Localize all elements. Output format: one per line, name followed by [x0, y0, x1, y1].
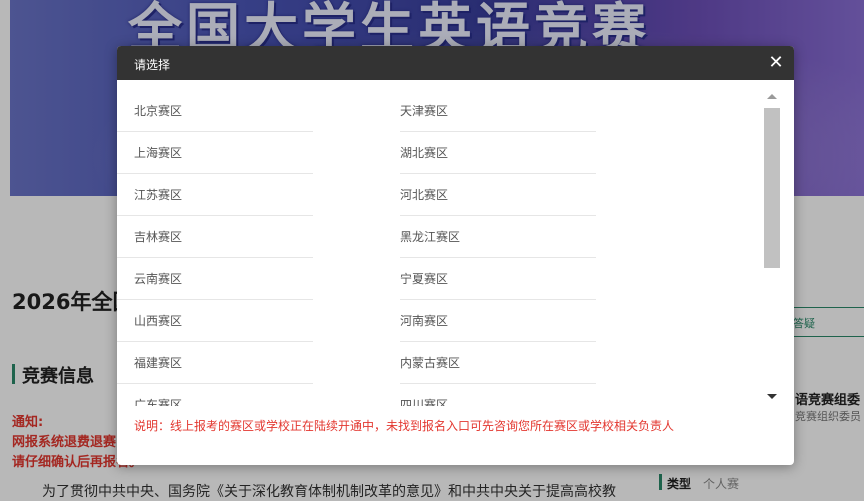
scroll-thumb[interactable] — [764, 108, 780, 268]
dialog-header: 请选择 ✕ — [117, 46, 794, 80]
scroll-up-arrow-icon[interactable] — [767, 94, 777, 99]
region-option[interactable]: 黑龙江赛区 — [400, 216, 596, 258]
region-option[interactable]: 河北赛区 — [400, 174, 596, 216]
region-option[interactable]: 江苏赛区 — [117, 174, 313, 216]
close-icon[interactable]: ✕ — [765, 52, 787, 74]
region-option[interactable]: 宁夏赛区 — [400, 258, 596, 300]
region-option[interactable]: 山西赛区 — [117, 300, 313, 342]
region-option[interactable]: 上海赛区 — [117, 132, 313, 174]
region-option[interactable]: 广东赛区 — [117, 384, 313, 406]
region-option[interactable]: 云南赛区 — [117, 258, 313, 300]
scroll-down-arrow-icon[interactable] — [767, 394, 777, 399]
region-option[interactable]: 福建赛区 — [117, 342, 313, 384]
region-list-scrollbar[interactable] — [763, 90, 781, 406]
region-option[interactable]: 四川赛区 — [400, 384, 596, 406]
region-select-dialog: 请选择 ✕ 北京赛区 天津赛区 上海赛区 湖北赛区 江苏赛区 河北赛区 吉林赛区… — [117, 46, 794, 465]
region-option[interactable]: 北京赛区 — [117, 90, 313, 132]
region-option[interactable]: 河南赛区 — [400, 300, 596, 342]
dialog-title: 请选择 — [134, 58, 171, 72]
dialog-note: 说明：线上报考的赛区或学校正在陆续开通中，未找到报名入口可先咨询您所在赛区或学校… — [134, 419, 675, 433]
region-option[interactable]: 湖北赛区 — [400, 132, 596, 174]
region-option[interactable]: 吉林赛区 — [117, 216, 313, 258]
region-option[interactable]: 内蒙古赛区 — [400, 342, 596, 384]
region-list: 北京赛区 天津赛区 上海赛区 湖北赛区 江苏赛区 河北赛区 吉林赛区 黑龙江赛区… — [117, 90, 763, 406]
region-option[interactable]: 天津赛区 — [400, 90, 596, 132]
